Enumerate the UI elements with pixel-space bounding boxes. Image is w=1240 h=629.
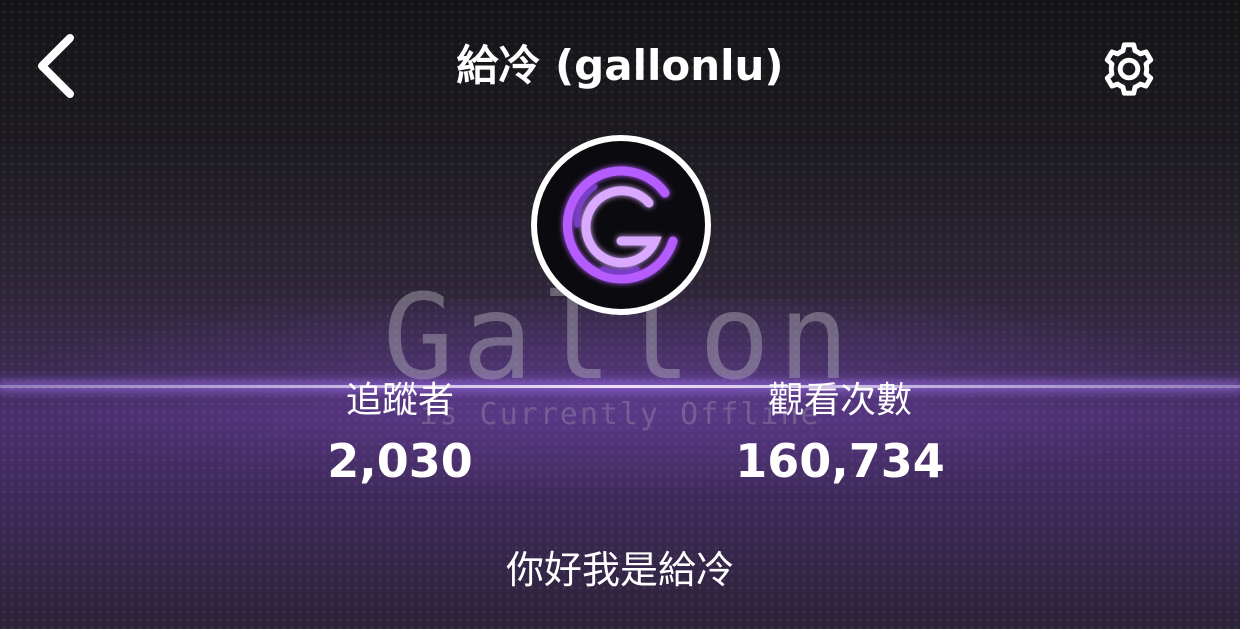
gear-icon [1104,42,1154,96]
settings-button[interactable] [1096,36,1162,102]
profile-bio: 你好我是給冷 [505,548,734,592]
followers-label: 追蹤者 [345,380,454,421]
banner-glow-line [0,385,1240,388]
back-button[interactable] [30,30,86,102]
views-label: 觀看次數 [767,380,912,421]
views-count: 160,734 [735,434,945,488]
avatar[interactable] [531,135,711,315]
page-title: 給冷 (gallonlu) [456,41,784,90]
followers-stat: 追蹤者 2,030 [300,376,500,494]
views-stat: 觀看次數 160,734 [720,376,960,494]
chevron-left-icon [38,34,74,98]
top-navigation-bar: 給冷 (gallonlu) [0,0,1240,130]
banner-status-text: is Currently Offline [419,397,821,432]
channel-logo-g-icon [537,141,705,309]
followers-count: 2,030 [327,434,473,488]
